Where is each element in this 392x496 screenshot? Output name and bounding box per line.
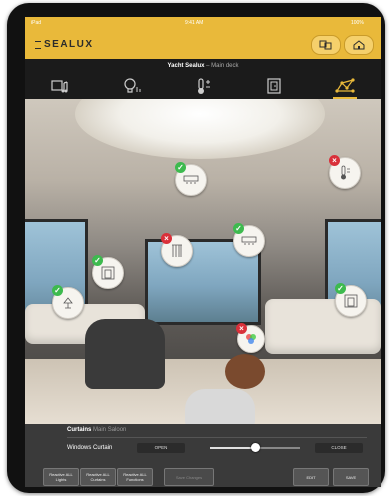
- app-header: SEALUX: [25, 29, 381, 59]
- status-ok-icon: ✓: [233, 223, 244, 234]
- saloon-panorama: ✓ × × ✓ ✓ ✓ ✓ ×: [25, 99, 381, 424]
- edit-button[interactable]: EDIT: [293, 468, 329, 486]
- media-icon: [50, 80, 68, 93]
- network-icon: [335, 78, 355, 93]
- hotspot-lamp-left[interactable]: ✓: [52, 285, 84, 319]
- tab-network[interactable]: [327, 75, 363, 99]
- curtain-control-row: Windows Curtain OPEN CLOSE: [67, 442, 367, 456]
- scenes-icon: [319, 40, 332, 50]
- armchair: [85, 319, 165, 389]
- slider-knob[interactable]: [250, 443, 260, 452]
- home-icon: [353, 40, 365, 50]
- vent-icon: [183, 175, 199, 184]
- ceiling-skylight: [75, 99, 325, 159]
- stool: [225, 354, 265, 389]
- save-button[interactable]: SAVE: [333, 468, 369, 486]
- scenes-button[interactable]: [311, 35, 341, 55]
- panel-divider: [67, 437, 367, 438]
- yacht-name: Yacht Sealux: [167, 63, 205, 69]
- tab-temperature[interactable]: [185, 75, 221, 97]
- tab-media[interactable]: [43, 75, 79, 97]
- open-button[interactable]: OPEN: [137, 443, 185, 453]
- status-device: iPad: [31, 20, 42, 26]
- hotspot-ceiling-vent[interactable]: ✓: [175, 162, 207, 196]
- thermometer-icon: [341, 165, 350, 180]
- status-time: 9:41 AM: [185, 20, 204, 26]
- tablet-frame: iPad 9:41 AM 100% SEALUX Yacht Sealux –: [7, 3, 385, 493]
- status-error-icon: ×: [236, 323, 247, 334]
- curtain-slider[interactable]: [210, 443, 300, 452]
- hotspot-color-light[interactable]: ×: [236, 323, 265, 353]
- panel-location: Main Saloon: [93, 427, 127, 433]
- reactivate-curtains-button[interactable]: Reactive ALL Curtains: [80, 468, 116, 486]
- temperature-icon: [197, 78, 210, 94]
- status-bar: iPad 9:41 AM 100%: [25, 17, 381, 29]
- home-button[interactable]: [344, 35, 374, 55]
- hotspot-ceiling-vent-2[interactable]: ✓: [233, 223, 265, 257]
- lighting-icon: [124, 78, 141, 93]
- door-icon: [267, 78, 281, 94]
- curtain-icon: [172, 244, 182, 257]
- menu-icon[interactable]: [35, 41, 41, 49]
- reactivate-lights-button[interactable]: Reactive ALL Lights: [43, 468, 79, 486]
- hotspot-thermostat[interactable]: ×: [329, 155, 361, 189]
- panel-title: Curtains Main Saloon: [67, 427, 127, 433]
- slider-fill: [210, 447, 255, 449]
- deck-name: Main deck: [211, 63, 239, 69]
- rgb-light-icon: [246, 334, 256, 344]
- lamp-icon: [63, 297, 73, 309]
- window-icon: [344, 294, 358, 308]
- brand-logo: SEALUX: [44, 39, 94, 50]
- category-tabs: [25, 73, 381, 99]
- tab-doors[interactable]: [256, 75, 292, 97]
- deck-title: Yacht Sealux – Main deck: [25, 59, 381, 73]
- control-label: Windows Curtain: [67, 445, 113, 451]
- action-buttons: Reactive ALL Lights Reactive ALL Curtain…: [25, 466, 381, 486]
- status-ok-icon: ✓: [175, 162, 186, 173]
- tab-lighting[interactable]: [114, 75, 150, 97]
- hotspot-window-curtain-right[interactable]: ✓: [335, 283, 367, 317]
- side-table: [185, 389, 255, 424]
- status-battery: 100%: [351, 20, 364, 26]
- status-ok-icon: ✓: [92, 255, 103, 266]
- save-changes-button[interactable]: Save Changes: [164, 468, 214, 486]
- status-error-icon: ×: [329, 155, 340, 166]
- window-icon: [101, 266, 115, 280]
- control-panel: Curtains Main Saloon Windows Curtain OPE…: [25, 424, 381, 487]
- close-button[interactable]: CLOSE: [315, 443, 363, 453]
- app-screen: iPad 9:41 AM 100% SEALUX Yacht Sealux –: [25, 17, 381, 487]
- vent-icon: [241, 236, 257, 245]
- status-ok-icon: ✓: [52, 285, 63, 296]
- status-ok-icon: ✓: [335, 283, 346, 294]
- hotspot-curtain-left-mid[interactable]: ×: [161, 233, 193, 267]
- hotspot-window-curtain-left[interactable]: ✓: [92, 255, 124, 289]
- reactivate-functions-button[interactable]: Reactive ALL Functions: [117, 468, 153, 486]
- status-error-icon: ×: [161, 233, 172, 244]
